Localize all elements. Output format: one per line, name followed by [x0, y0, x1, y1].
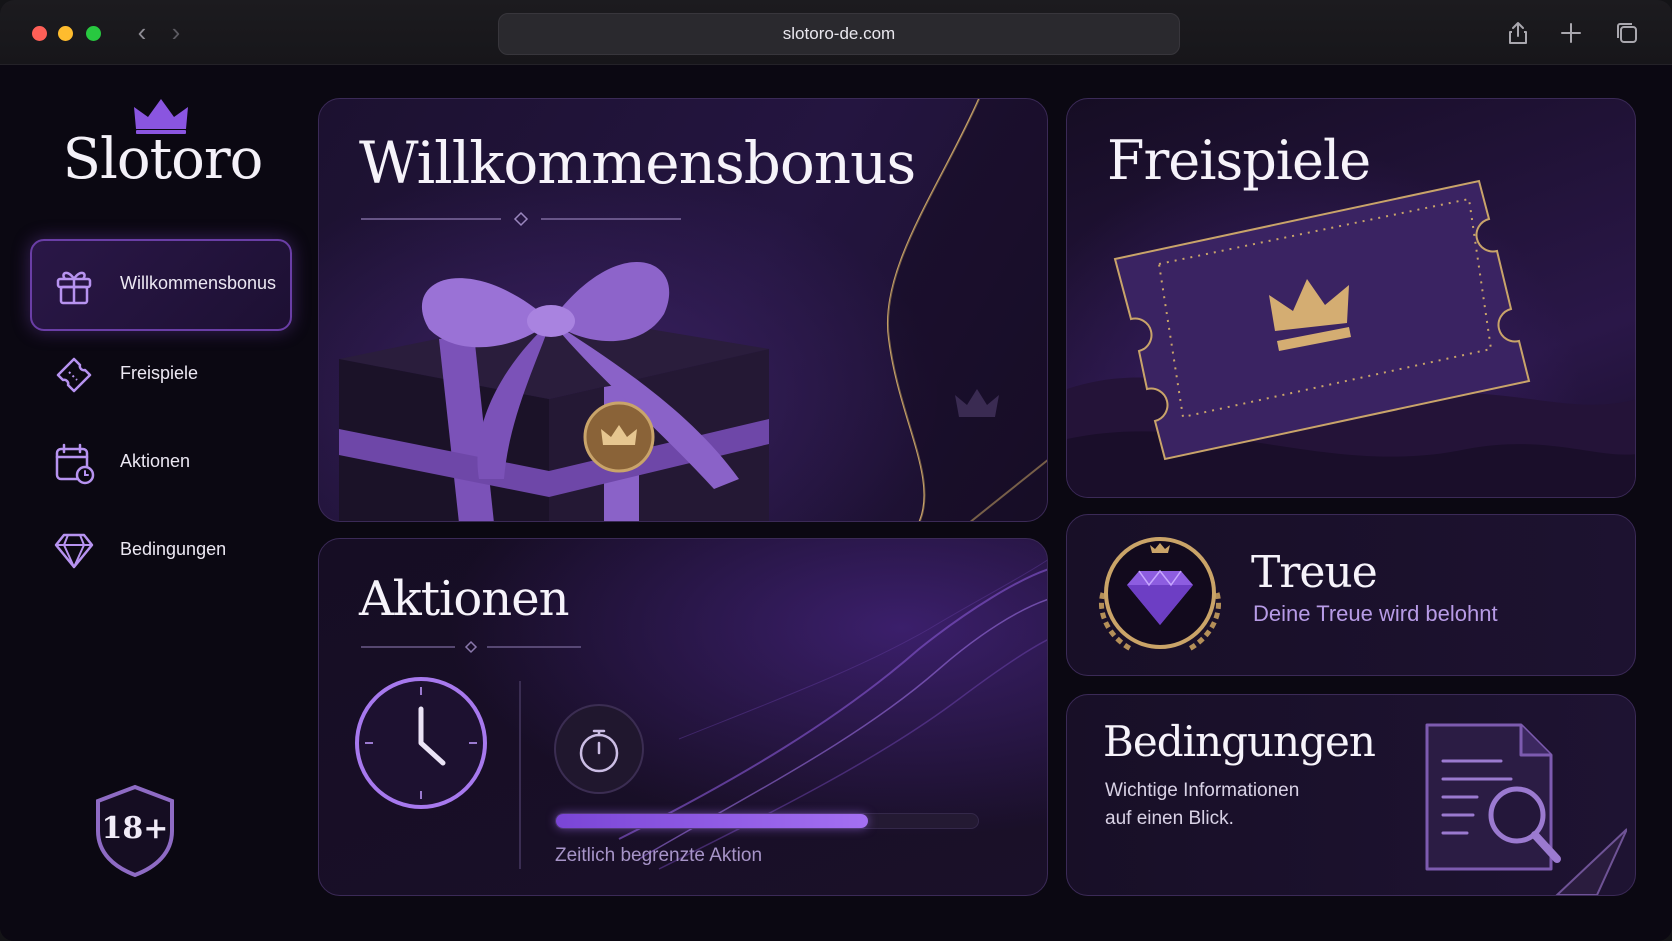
stopwatch-icon	[554, 704, 644, 794]
calendar-clock-icon	[55, 443, 95, 485]
sidebar: Slotoro Willkommensbonus Freispiele Akti…	[0, 65, 310, 941]
age-restriction-badge: 18+	[92, 783, 178, 879]
diamond-icon	[54, 533, 94, 569]
free-spins-card[interactable]: Freispiele	[1066, 98, 1636, 498]
loyalty-subtitle: Deine Treue wird belohnt	[1253, 601, 1498, 626]
progress-label: Zeitlich begrenzte Aktion	[555, 845, 763, 866]
promotion-progress-bar	[555, 813, 979, 829]
card-title: Freispiele	[1107, 129, 1371, 192]
sidebar-item-willkommensbonus[interactable]: Willkommensbonus	[30, 239, 292, 331]
gift-icon	[56, 271, 92, 305]
card-title: Treue	[1251, 547, 1378, 598]
ornament-divider	[361, 211, 681, 227]
ornament-divider	[361, 640, 581, 654]
card-title: Aktionen	[359, 571, 570, 627]
terms-line-1: Wichtige Informationen	[1105, 780, 1300, 801]
maximize-window-button[interactable]	[86, 26, 101, 41]
share-icon[interactable]	[1505, 20, 1531, 46]
tab-overview-icon[interactable]	[1614, 20, 1640, 46]
terms-line-2: auf einen Blick.	[1105, 808, 1234, 829]
diamond-medal-icon	[1099, 537, 1221, 652]
document-search-icon	[1425, 723, 1627, 895]
age-badge-label: 18+	[101, 811, 169, 846]
address-bar[interactable]: slotoro-de.com	[498, 13, 1180, 55]
close-window-button[interactable]	[32, 26, 47, 41]
sidebar-item-aktionen[interactable]: Aktionen	[30, 417, 292, 509]
minimize-window-button[interactable]	[58, 26, 73, 41]
brand-logo[interactable]: Slotoro	[40, 127, 285, 192]
forward-button[interactable]: ›	[164, 19, 188, 46]
clock-icon	[355, 677, 487, 809]
progress-fill	[556, 814, 869, 828]
new-tab-icon[interactable]	[1558, 20, 1584, 46]
card-title: Bedingungen	[1103, 717, 1376, 766]
promotions-card[interactable]: Aktionen Zeitlich begrenzte Aktion	[318, 538, 1048, 896]
card-title: Willkommensbonus	[359, 129, 916, 197]
sidebar-item-label: Aktionen	[120, 451, 191, 471]
vertical-divider	[519, 681, 521, 869]
sidebar-item-label: Willkommensbonus	[120, 273, 277, 293]
browser-titlebar: ‹ › slotoro-de.com	[0, 0, 1672, 65]
loyalty-card[interactable]: Treue Deine Treue wird belohnt	[1066, 514, 1636, 676]
sidebar-item-label: Bedingungen	[120, 539, 227, 559]
welcome-bonus-card[interactable]: Willkommensbonus	[318, 98, 1048, 522]
sidebar-item-bedingungen[interactable]: Bedingungen	[30, 505, 292, 597]
sidebar-item-label: Freispiele	[120, 363, 199, 383]
sidebar-item-freispiele[interactable]: Freispiele	[30, 329, 292, 421]
terms-card[interactable]: Bedingungen Wichtige Informationen auf e…	[1066, 694, 1636, 896]
ticket-icon	[56, 357, 92, 393]
back-button[interactable]: ‹	[130, 19, 154, 46]
browser-window: ‹ › slotoro-de.com Slotoro Willkommensbo…	[0, 0, 1672, 941]
